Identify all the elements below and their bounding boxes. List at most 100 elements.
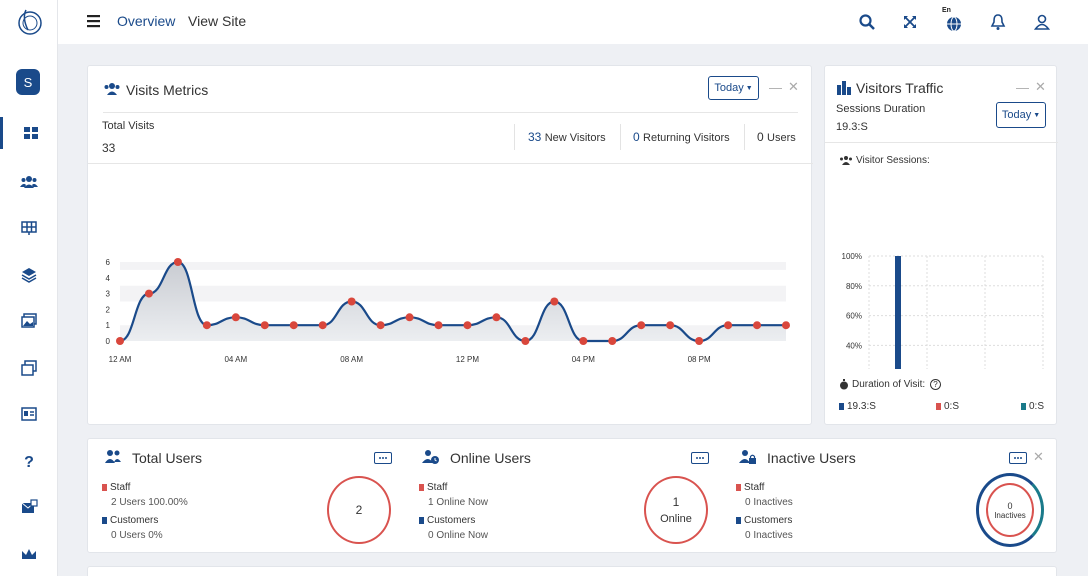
data-point [116, 337, 124, 345]
nav-overview[interactable]: Overview [117, 13, 175, 29]
sidebar-item-layers[interactable] [0, 259, 58, 291]
fullscreen-button[interactable] [895, 7, 925, 37]
x-tick-label: 08 AM [340, 355, 363, 364]
circle-value: 2 [355, 503, 363, 517]
x-tick-label: 12 PM [456, 355, 479, 364]
customers-swatch [736, 516, 741, 524]
data-point [434, 321, 443, 330]
divider [620, 124, 621, 150]
menu-icon[interactable] [86, 13, 102, 29]
close-button[interactable]: ✕ [1035, 79, 1046, 95]
data-point [637, 321, 646, 330]
windows-icon [21, 360, 37, 376]
data-point [231, 313, 240, 322]
total-users-menu-button[interactable] [374, 452, 392, 464]
staff-value: 2 Users 100.00% [111, 497, 188, 508]
online-users-menu-button[interactable] [691, 452, 709, 464]
staff-value: 0 Inactives [745, 497, 793, 508]
caret-down-icon: ▼ [745, 84, 753, 92]
sidebar-item-images[interactable] [0, 305, 58, 337]
y-tick-label: 1 [106, 321, 111, 330]
customers-label-text: Customers [744, 515, 793, 526]
period-label: Today [714, 82, 744, 94]
sidebar-item-windows[interactable] [0, 352, 58, 384]
minimize-button[interactable]: — [1016, 80, 1029, 95]
divider [103, 112, 798, 113]
data-point [753, 321, 762, 330]
data-point [347, 297, 356, 306]
question-icon: ? [24, 454, 34, 470]
data-point [289, 321, 298, 330]
sidebar-item-help[interactable]: ? [0, 445, 58, 477]
bar [895, 256, 901, 369]
language-button[interactable]: En [939, 7, 969, 37]
staff-label-text: Staff [110, 482, 131, 493]
duration-label: Duration of Visit: [852, 379, 926, 391]
online-users-circle: 1 Online [644, 476, 708, 544]
total-visits-label: Total Visits [102, 120, 155, 132]
visits-metrics-card: Visits Metrics Today ▼ — ✕ Total Visits 3… [87, 65, 813, 425]
online-users-title: Online Users [450, 450, 531, 466]
total-users-circle: 2 [327, 476, 391, 544]
users-summary-card: Total Users Staff 2 Users 100.00% Custom… [87, 438, 1057, 553]
staff-swatch [736, 483, 741, 491]
period-dropdown[interactable]: Today ▼ [996, 102, 1046, 128]
y-tick-label: 60% [846, 312, 862, 321]
users-icon [840, 156, 852, 166]
sidebar-item-users[interactable] [0, 166, 58, 198]
data-point [579, 337, 588, 345]
card-title: Visits Metrics [126, 82, 209, 98]
sidebar-item-contacts[interactable] [0, 398, 58, 430]
help-icon[interactable]: ? [929, 379, 941, 390]
data-point [173, 258, 182, 266]
globe-icon [947, 16, 961, 32]
sessions-duration-value: 19.3:S [836, 121, 868, 133]
period-dropdown[interactable]: Today ▼ [708, 76, 759, 100]
visitors-traffic-card: Visitors Traffic — ✕ Sessions Duration 1… [824, 65, 1058, 425]
data-point [463, 321, 472, 330]
inactive-users-circle: 0 Inactives [986, 483, 1034, 537]
user-icon [1033, 14, 1051, 30]
customers-label: Customers [102, 515, 158, 526]
user-avatar[interactable]: S [16, 69, 40, 95]
notifications-button[interactable] [983, 7, 1013, 37]
brand-logo[interactable] [16, 6, 44, 38]
sidebar-item-dashboard[interactable] [0, 117, 58, 149]
sessions-duration-label: Sessions Duration [836, 103, 926, 115]
staff-label: Staff [736, 482, 764, 493]
data-point [782, 321, 790, 330]
profile-button[interactable] [1027, 7, 1057, 37]
language-code: En [942, 7, 951, 14]
nav-view-site[interactable]: View Site [188, 13, 246, 29]
svg-text:?: ? [24, 454, 34, 470]
caret-down-icon: ▼ [1033, 111, 1041, 119]
customers-value: 0 Users 0% [111, 530, 163, 541]
close-button[interactable]: ✕ [788, 79, 799, 95]
stopwatch-icon [840, 379, 848, 390]
search-button[interactable] [852, 7, 882, 37]
legend-swatch [936, 402, 941, 410]
divider [88, 163, 813, 164]
customers-label: Customers [736, 515, 792, 526]
dashboard-icon [23, 127, 38, 139]
staff-label: Staff [102, 482, 130, 493]
visitor-sessions-label: Visitor Sessions: [856, 155, 930, 166]
legend-swatch [1021, 402, 1026, 410]
sidebar-item-premium[interactable] [0, 538, 58, 570]
returning-visitors-value: 0 [633, 130, 640, 144]
data-point [492, 313, 501, 322]
sidebar-item-grid[interactable] [0, 212, 58, 244]
inactive-users-menu-button[interactable] [1009, 452, 1027, 464]
divider [514, 124, 515, 150]
table-icon [21, 221, 37, 235]
circle-value: 1 [672, 495, 680, 509]
minimize-button[interactable]: — [769, 80, 782, 95]
y-tick-label: 2 [106, 305, 111, 314]
legend-label: 0:S [944, 401, 960, 412]
visitor-sessions-title: Visitor Sessions: [839, 155, 930, 166]
y-tick-label: 40% [846, 341, 862, 350]
inactive-users-title: Inactive Users [767, 450, 856, 466]
sidebar-item-mail[interactable] [0, 491, 58, 523]
users-icon [105, 450, 121, 463]
close-button[interactable]: ✕ [1033, 449, 1044, 465]
